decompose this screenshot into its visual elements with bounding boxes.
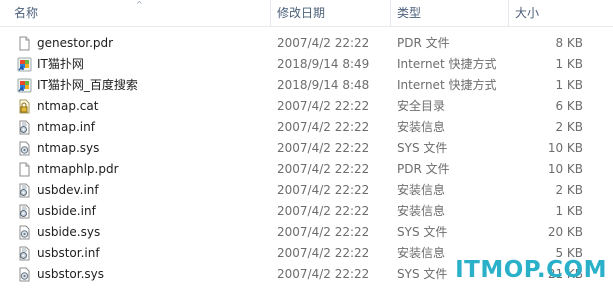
file-size: 2 KB <box>555 183 583 197</box>
column-divider[interactable] <box>508 0 509 26</box>
file-date: 2007/4/2 22:22 <box>277 246 370 260</box>
site-watermark: ITMOP.COM <box>455 257 607 283</box>
file-size: 20 KB <box>547 225 583 239</box>
file-date: 2007/4/2 22:22 <box>277 267 370 281</box>
file-name: IT猫扑网_百度搜索 <box>37 78 138 92</box>
file-size: 8 KB <box>555 36 583 50</box>
column-header-name[interactable]: 名称 <box>0 0 270 26</box>
setup-info-icon <box>17 204 32 219</box>
file-date: 2007/4/2 22:22 <box>277 141 370 155</box>
blank-file-icon <box>17 36 32 51</box>
file-name: ntmap.inf <box>37 120 95 134</box>
system-file-icon <box>17 267 32 282</box>
file-row[interactable]: IT猫扑网 2018/9/14 8:49 Internet 快捷方式 1 KB <box>0 54 613 75</box>
setup-info-icon <box>17 246 32 261</box>
file-type: PDR 文件 <box>397 36 450 50</box>
file-type: 安装信息 <box>397 120 446 134</box>
file-name: ntmap.cat <box>37 99 99 113</box>
file-type: PDR 文件 <box>397 162 450 176</box>
file-type: 安装信息 <box>397 246 446 260</box>
file-row[interactable]: usbide.sys 2007/4/2 22:22 SYS 文件 20 KB <box>0 222 613 243</box>
file-size: 10 KB <box>547 141 583 155</box>
internet-shortcut-icon <box>17 78 32 93</box>
file-name: usbdev.inf <box>37 183 99 197</box>
file-type: SYS 文件 <box>397 267 448 281</box>
file-name: IT猫扑网 <box>37 57 84 71</box>
file-date: 2018/9/14 8:49 <box>277 57 370 71</box>
file-size: 6 KB <box>555 99 583 113</box>
setup-info-icon <box>17 120 32 135</box>
file-type: Internet 快捷方式 <box>397 57 497 71</box>
file-type: SYS 文件 <box>397 225 448 239</box>
file-name: ntmap.sys <box>37 141 100 155</box>
sort-ascending-icon: ^ <box>136 0 143 9</box>
blank-file-icon <box>17 162 32 177</box>
file-row[interactable]: ntmap.inf 2007/4/2 22:22 安装信息 2 KB <box>0 117 613 138</box>
security-catalog-icon <box>17 99 32 114</box>
file-size: 2 KB <box>555 120 583 134</box>
file-type: 安装信息 <box>397 204 446 218</box>
file-name: genestor.pdr <box>37 36 114 50</box>
file-size: 1 KB <box>555 78 583 92</box>
column-divider[interactable] <box>390 0 391 26</box>
file-name: usbide.inf <box>37 204 96 218</box>
column-header-size[interactable]: 大小 <box>510 0 613 26</box>
file-type: 安装信息 <box>397 183 446 197</box>
column-header-type[interactable]: 类型 <box>392 0 508 26</box>
file-row[interactable]: ntmaphlp.pdr 2007/4/2 22:22 PDR 文件 10 KB <box>0 159 613 180</box>
column-divider[interactable] <box>270 0 271 26</box>
file-type: SYS 文件 <box>397 141 448 155</box>
file-type: 安全目录 <box>397 99 446 113</box>
file-row[interactable]: IT猫扑网_百度搜索 2018/9/14 8:48 Internet 快捷方式 1 K… <box>0 75 613 96</box>
file-size: 10 KB <box>547 162 583 176</box>
internet-shortcut-icon <box>17 57 32 72</box>
file-name: ntmaphlp.pdr <box>37 162 119 176</box>
file-date: 2007/4/2 22:22 <box>277 36 370 50</box>
file-date: 2007/4/2 22:22 <box>277 120 370 134</box>
file-row[interactable]: ntmap.cat 2007/4/2 22:22 安全目录 6 KB <box>0 96 613 117</box>
file-date: 2018/9/14 8:48 <box>277 78 370 92</box>
file-name: usbide.sys <box>37 225 101 239</box>
file-name: usbstor.sys <box>37 267 105 281</box>
column-header-bar: 名称 ^ 修改日期 类型 大小 <box>0 0 613 27</box>
file-size: 1 KB <box>555 204 583 218</box>
file-name: usbstor.inf <box>37 246 100 260</box>
file-row[interactable]: genestor.pdr 2007/4/2 22:22 PDR 文件 8 KB <box>0 33 613 54</box>
file-date: 2007/4/2 22:22 <box>277 99 370 113</box>
file-type: Internet 快捷方式 <box>397 78 497 92</box>
file-date: 2007/4/2 22:22 <box>277 183 370 197</box>
system-file-icon <box>17 225 32 240</box>
file-date: 2007/4/2 22:22 <box>277 204 370 218</box>
file-row[interactable]: usbide.inf 2007/4/2 22:22 安装信息 1 KB <box>0 201 613 222</box>
file-row[interactable]: ntmap.sys 2007/4/2 22:22 SYS 文件 10 KB <box>0 138 613 159</box>
file-date: 2007/4/2 22:22 <box>277 162 370 176</box>
file-date: 2007/4/2 22:22 <box>277 225 370 239</box>
column-header-date[interactable]: 修改日期 <box>272 0 390 26</box>
file-row[interactable]: usbdev.inf 2007/4/2 22:22 安装信息 2 KB <box>0 180 613 201</box>
setup-info-icon <box>17 183 32 198</box>
system-file-icon <box>17 141 32 156</box>
file-size: 1 KB <box>555 57 583 71</box>
